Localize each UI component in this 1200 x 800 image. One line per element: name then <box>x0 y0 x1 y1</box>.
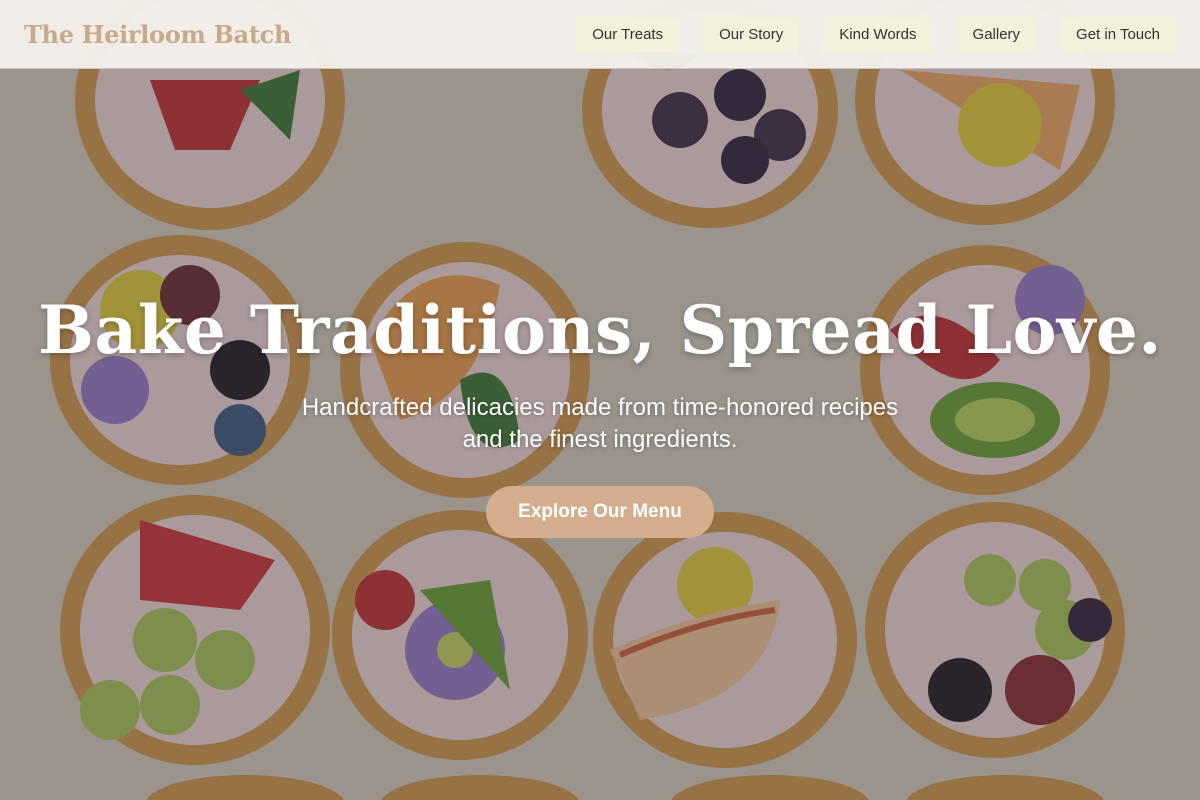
nav-item-our-story[interactable]: Our Story <box>703 16 800 52</box>
nav-item-gallery[interactable]: Gallery <box>956 16 1037 52</box>
explore-menu-button[interactable]: Explore Our Menu <box>486 486 714 538</box>
nav-item-kind-words[interactable]: Kind Words <box>823 16 933 52</box>
hero-title: Bake Traditions, Spread Love. <box>38 291 1162 369</box>
brand-logo[interactable]: The Heirloom Batch <box>24 20 291 49</box>
top-navigation-bar: The Heirloom Batch Our Treats Our Story … <box>0 0 1200 69</box>
nav-item-get-in-touch[interactable]: Get in Touch <box>1060 16 1176 52</box>
hero-subtitle: Handcrafted delicacies made from time-ho… <box>301 394 899 453</box>
nav-links: Our Treats Our Story Kind Words Gallery … <box>576 16 1176 52</box>
hero-section: Bake Traditions, Spread Love. Handcrafte… <box>0 280 1200 538</box>
nav-item-our-treats[interactable]: Our Treats <box>576 16 680 52</box>
